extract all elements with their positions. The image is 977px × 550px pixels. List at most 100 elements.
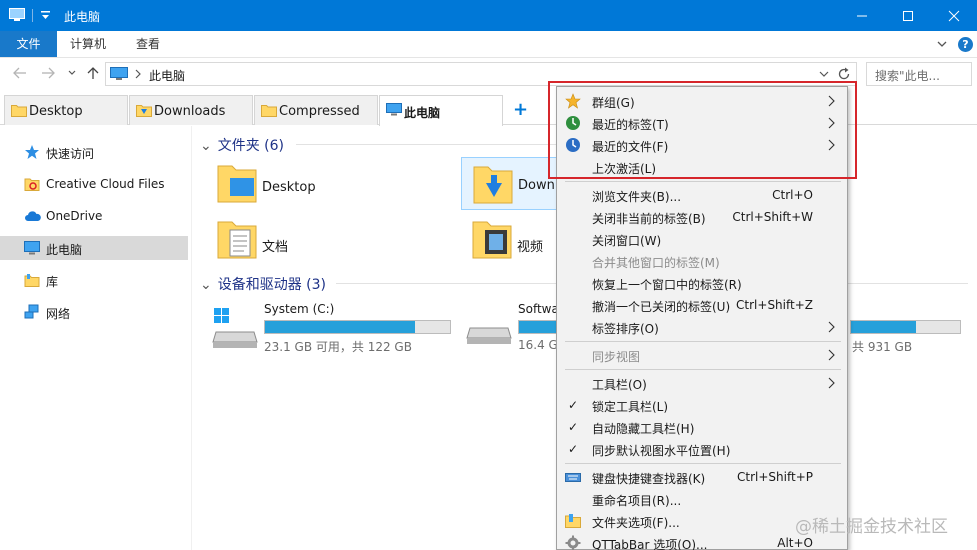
menu-item-merge-windows: 合并其他窗口的标签(M) xyxy=(559,250,845,272)
drive-usage-fill xyxy=(265,321,415,333)
folder-label: Desktop xyxy=(262,180,316,195)
tab-file[interactable]: 文件 xyxy=(0,31,57,57)
expand-ribbon-icon[interactable] xyxy=(936,39,948,49)
menu-item-label: 合并其他窗口的标签(M) xyxy=(592,256,720,270)
qttab-desktop[interactable]: Desktop xyxy=(4,95,128,125)
forward-icon[interactable] xyxy=(40,66,56,80)
menu-item-undo-close-tab[interactable]: 撤消一个已关闭的标签(U) Ctrl+Shift+Z xyxy=(559,294,845,316)
drives-section-header[interactable]: ⌄ 设备和驱动器 (3) xyxy=(200,274,326,294)
tab-view[interactable]: 查看 xyxy=(136,31,160,57)
title-separator xyxy=(32,9,33,22)
qttab-label: Downloads xyxy=(154,104,226,119)
address-dropdown-icon[interactable] xyxy=(819,70,829,78)
drive-usage-fill xyxy=(519,321,558,333)
menu-item-rename[interactable]: 重命名项目(R)... xyxy=(559,488,845,510)
menu-item-label: 自动隐藏工具栏(H) xyxy=(592,422,695,436)
sidebar-item-label: 此电脑 xyxy=(46,243,83,257)
videos-folder-icon xyxy=(472,221,512,259)
maximize-button[interactable] xyxy=(885,0,931,31)
close-button[interactable] xyxy=(931,0,977,31)
sidebar-item-network[interactable]: 网络 xyxy=(0,300,188,324)
sidebar-item-label: 网络 xyxy=(46,307,71,321)
menu-item-restore-tabs[interactable]: 恢复上一个窗口中的标签(R) xyxy=(559,272,845,294)
sidebar-item-this-pc[interactable]: 此电脑 xyxy=(0,236,188,260)
menu-item-shortcut: Ctrl+Shift+P xyxy=(737,470,813,484)
folder-videos[interactable]: 视频 xyxy=(471,216,557,266)
drive-name: System (C:) xyxy=(264,302,335,316)
help-icon[interactable]: ? xyxy=(958,37,973,52)
folder-desktop[interactable]: Desktop xyxy=(216,160,456,210)
menu-separator xyxy=(565,341,841,342)
qttab-compressed[interactable]: Compressed xyxy=(254,95,378,125)
keyboard-icon xyxy=(565,473,581,482)
ribbon-tabs: 文件 计算机 查看 ? xyxy=(0,31,977,58)
menu-separator xyxy=(565,463,841,464)
computer-icon xyxy=(9,8,25,21)
sidebar-item-label: Creative Cloud Files xyxy=(46,177,165,191)
menu-item-label: 标签排序(O) xyxy=(592,322,659,336)
submenu-arrow-icon xyxy=(828,377,835,389)
sidebar-item-libraries[interactable]: 库 xyxy=(0,268,188,292)
menu-item-label: 工具栏(O) xyxy=(592,378,647,392)
sidebar-item-onedrive[interactable]: OneDrive xyxy=(0,204,188,228)
menu-item-sort-tabs[interactable]: 标签排序(O) xyxy=(559,316,845,338)
computer-icon xyxy=(386,103,402,116)
gear-icon xyxy=(565,535,581,550)
pane-divider[interactable] xyxy=(191,126,192,550)
menu-item-close-other-tabs[interactable]: 关闭非当前的标签(B) Ctrl+Shift+W xyxy=(559,206,845,228)
minimize-button[interactable] xyxy=(839,0,885,31)
qttab-this-pc[interactable]: 此电脑 xyxy=(379,95,503,126)
sidebar-item-label: 库 xyxy=(46,275,59,289)
documents-folder-icon xyxy=(217,221,257,259)
drive-software[interactable]: Softwa 16.4 G xyxy=(466,302,558,352)
drive-capacity: 16.4 G xyxy=(518,338,558,352)
refresh-icon[interactable] xyxy=(837,67,851,81)
menu-item-toolbars[interactable]: 工具栏(O) xyxy=(559,372,845,394)
minimize-icon xyxy=(857,15,867,17)
menu-item-shortcut-finder[interactable]: 键盘快捷键查找器(K) Ctrl+Shift+P xyxy=(559,466,845,488)
folder-icon xyxy=(11,105,27,117)
menu-item-label: 浏览文件夹(B)... xyxy=(592,190,682,204)
drive-capacity: 23.1 GB 可用，共 122 GB xyxy=(264,340,412,354)
watermark: @稀土掘金技术社区 xyxy=(795,517,948,537)
menu-item-sync-default-view[interactable]: ✓ 同步默认视图水平位置(H) xyxy=(559,438,845,460)
drives-section-title: 设备和驱动器 (3) xyxy=(217,277,327,293)
creative-cloud-icon xyxy=(24,178,40,191)
quick-access-dropdown-icon[interactable] xyxy=(40,9,51,22)
chevron-right-icon[interactable] xyxy=(134,68,142,80)
menu-item-label: QTTabBar 选项(O)... xyxy=(592,538,708,550)
sidebar-item-quick-access[interactable]: 快速访问 xyxy=(0,140,188,164)
sidebar-item-creative-cloud[interactable]: Creative Cloud Files xyxy=(0,172,188,196)
section-divider xyxy=(848,283,968,284)
menu-item-browse-folder[interactable]: 浏览文件夹(B)... Ctrl+O xyxy=(559,184,845,206)
folder-downloads[interactable]: Downl xyxy=(461,157,558,210)
qttab-downloads[interactable]: Downloads xyxy=(129,95,253,125)
menu-item-lock-toolbar[interactable]: ✓ 锁定工具栏(L) xyxy=(559,394,845,416)
recent-locations-icon[interactable] xyxy=(67,69,77,77)
search-placeholder: 搜索"此电... xyxy=(875,69,940,83)
up-icon[interactable] xyxy=(86,66,100,80)
navigation-pane: 快速访问 Creative Cloud Files OneDrive 此电脑 库… xyxy=(0,126,191,550)
check-icon: ✓ xyxy=(568,398,579,412)
folder-label: 文档 xyxy=(262,240,289,255)
tab-computer[interactable]: 计算机 xyxy=(70,31,106,57)
drive-third[interactable]: 共 931 GB xyxy=(850,302,962,354)
maximize-icon xyxy=(903,11,913,21)
title-bar: 此电脑 xyxy=(0,0,977,31)
menu-item-label: 锁定工具栏(L) xyxy=(592,400,669,414)
check-icon: ✓ xyxy=(568,420,579,434)
menu-item-close-window[interactable]: 关闭窗口(W) xyxy=(559,228,845,250)
folders-section-header[interactable]: ⌄ 文件夹 (6) xyxy=(200,135,284,155)
search-box[interactable]: 搜索"此电... xyxy=(866,62,972,86)
menu-item-autohide-toolbar[interactable]: ✓ 自动隐藏工具栏(H) xyxy=(559,416,845,438)
drive-usage-bar xyxy=(850,320,961,334)
drive-system-c[interactable]: System (C:) 23.1 GB 可用，共 122 GB xyxy=(212,302,452,354)
new-tab-button[interactable]: + xyxy=(513,99,528,120)
highlight-annotation-box xyxy=(548,81,857,179)
menu-item-label: 撤消一个已关闭的标签(U) xyxy=(592,300,731,314)
back-icon[interactable] xyxy=(12,66,28,80)
sidebar-item-label: 快速访问 xyxy=(46,147,95,161)
folder-documents[interactable]: 文档 xyxy=(216,216,456,266)
drive-usage-bar xyxy=(518,320,558,334)
menu-item-shortcut: Alt+O xyxy=(777,536,813,550)
